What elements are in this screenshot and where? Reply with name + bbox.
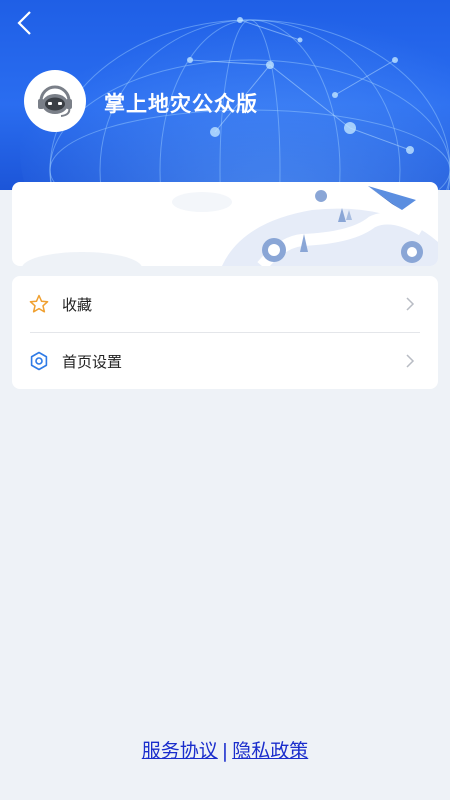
star-icon — [28, 293, 50, 315]
menu-item-label: 收藏 — [62, 295, 93, 314]
menu-card: 收藏 首页设置 — [12, 276, 438, 389]
privacy-policy-link[interactable]: 隐私政策 — [232, 740, 308, 762]
robot-headset-icon — [38, 85, 72, 117]
menu-item-label: 首页设置 — [62, 352, 123, 371]
chevron-right-icon — [402, 296, 418, 312]
footer-links: 服务协议 | 隐私政策 — [0, 736, 450, 763]
service-agreement-link[interactable]: 服务协议 — [142, 740, 218, 762]
app-name: 掌上地灾公众版 — [104, 92, 258, 116]
profile-header: 掌上地灾公众版 — [0, 0, 450, 190]
back-button[interactable] — [10, 8, 40, 38]
link-separator: | — [221, 740, 229, 762]
menu-item-home-settings[interactable]: 首页设置 — [12, 333, 438, 389]
chevron-left-icon — [17, 11, 31, 35]
chevron-right-icon — [402, 353, 418, 369]
avatar[interactable] — [24, 70, 86, 132]
menu-item-favorites[interactable]: 收藏 — [12, 276, 438, 332]
map-route-illustration — [22, 186, 438, 266]
gear-icon — [28, 350, 50, 372]
illustration-banner — [12, 182, 438, 266]
